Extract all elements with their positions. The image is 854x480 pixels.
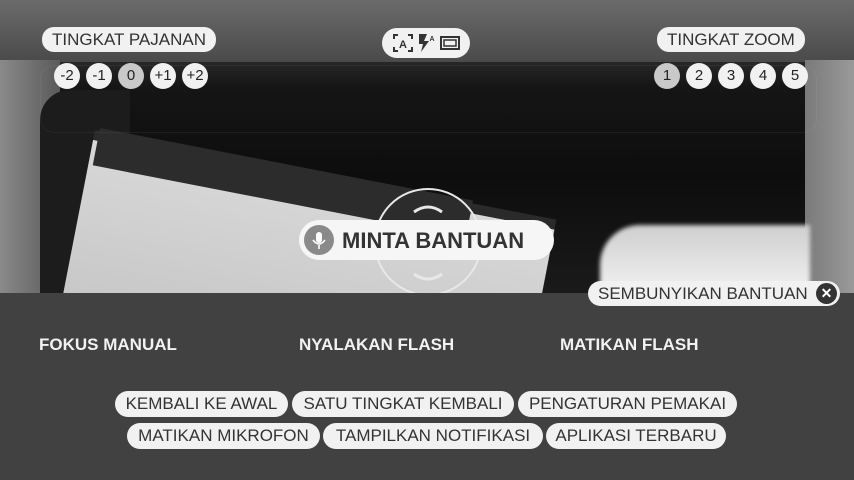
auto-focus-icon[interactable]: A	[392, 33, 414, 53]
exposure-level[interactable]: -1	[86, 63, 112, 89]
mute-microphone-button[interactable]: MATIKAN MIKROFON	[127, 423, 320, 449]
manual-focus-command[interactable]: FOKUS MANUAL	[39, 335, 177, 355]
exposure-level[interactable]: -2	[54, 63, 80, 89]
close-icon[interactable]: ✕	[816, 283, 837, 304]
camera-mode-bar: A A	[382, 28, 470, 58]
recent-apps-button[interactable]: APLIKASI TERBARU	[546, 423, 726, 449]
zoom-level[interactable]: 5	[782, 63, 808, 89]
exposure-label: TINGKAT PAJANAN	[42, 27, 216, 52]
zoom-level[interactable]: 4	[750, 63, 776, 89]
hide-help-label: SEMBUNYIKAN BANTUAN	[598, 284, 808, 303]
flash-off-command[interactable]: MATIKAN FLASH	[560, 335, 699, 355]
flash-auto-icon[interactable]: A	[416, 33, 436, 53]
svg-text:A: A	[429, 36, 434, 43]
zoom-level[interactable]: 3	[718, 63, 744, 89]
zoom-level[interactable]: 2	[686, 63, 712, 89]
zoom-level-selected[interactable]: 1	[654, 63, 680, 89]
aspect-ratio-icon[interactable]	[440, 33, 460, 53]
exposure-level[interactable]: +2	[182, 63, 208, 89]
show-notifications-button[interactable]: TAMPILKAN NOTIFIKASI	[323, 423, 543, 449]
exposure-level[interactable]: +1	[150, 63, 176, 89]
svg-text:A: A	[399, 39, 407, 51]
ask-help-label: MINTA BANTUAN	[342, 228, 525, 253]
go-back-button[interactable]: SATU TINGKAT KEMBALI	[292, 391, 514, 417]
scene-right-wall	[805, 60, 854, 293]
microphone-icon	[304, 225, 334, 255]
zoom-label: TINGKAT ZOOM	[657, 27, 805, 52]
flash-on-command[interactable]: NYALAKAN FLASH	[299, 335, 454, 355]
go-home-button[interactable]: KEMBALI KE AWAL	[115, 391, 288, 417]
voice-command-panel	[0, 293, 854, 480]
user-settings-button[interactable]: PENGATURAN PEMAKAI	[518, 391, 737, 417]
exposure-level-selected[interactable]: 0	[118, 63, 144, 89]
